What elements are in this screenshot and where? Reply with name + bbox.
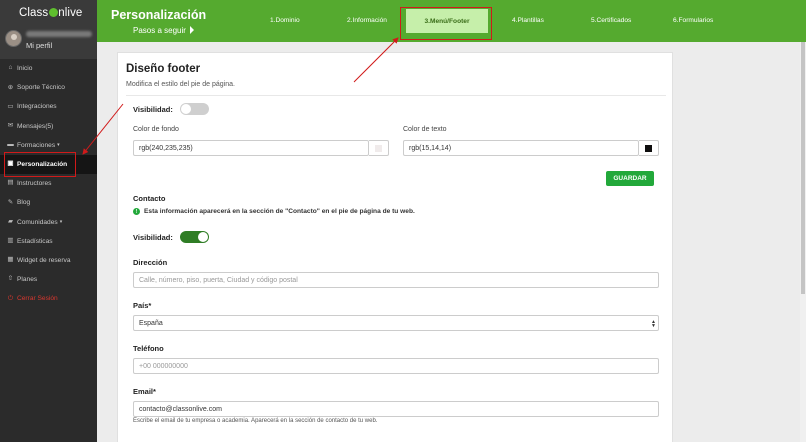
integrations-icon: ▭ bbox=[7, 102, 14, 110]
profile-link[interactable]: Mi perfil bbox=[26, 41, 52, 50]
save-button[interactable]: GUARDAR bbox=[606, 171, 654, 186]
sidebar-item-estadísticas[interactable]: ▥ Estadísticas bbox=[0, 232, 97, 251]
sidebar-item-label: Formaciones bbox=[17, 141, 56, 149]
address-label: Dirección bbox=[133, 258, 168, 267]
scrollbar-thumb[interactable] bbox=[801, 42, 805, 294]
bg-color-input[interactable]: rgb(240,235,235) bbox=[133, 140, 369, 156]
phone-input[interactable]: +00 000000000 bbox=[133, 358, 659, 374]
sidebar-item-label: Estadísticas bbox=[17, 237, 53, 245]
sidebar-item-integraciones[interactable]: ▭ Integraciones bbox=[0, 97, 97, 116]
step-formularios[interactable]: 6.Formularios bbox=[673, 17, 713, 24]
contact-heading: Contacto bbox=[133, 194, 166, 203]
envelope-icon: ✉ bbox=[7, 121, 14, 129]
card-subtitle: Modifica el estilo del pie de página. bbox=[126, 81, 235, 88]
email-input[interactable]: contacto@classonlive.com bbox=[133, 401, 659, 417]
sidebar-item-label: Instructores bbox=[17, 180, 52, 188]
bg-color-label: Color de fondo bbox=[133, 126, 179, 133]
sidebar-item-label: Integraciones bbox=[17, 103, 57, 111]
bg-color-square bbox=[375, 144, 382, 152]
toggle-knob bbox=[181, 104, 191, 114]
country-select[interactable]: España bbox=[133, 315, 659, 331]
avatar[interactable] bbox=[5, 30, 22, 47]
upload-icon: ⇧ bbox=[7, 275, 14, 283]
sidebar-item-label: Blog bbox=[17, 199, 31, 207]
chart-icon: ▥ bbox=[7, 237, 14, 245]
bg-color-swatch[interactable] bbox=[369, 140, 389, 156]
caret-down-icon: ▾ bbox=[59, 219, 63, 226]
sidebar-item-inicio[interactable]: ⌂ Inicio bbox=[0, 59, 97, 78]
info-icon: ! bbox=[133, 208, 140, 215]
sidebar-item-label: Cerrar Sesión bbox=[17, 295, 58, 303]
support-icon: ⊕ bbox=[7, 83, 14, 91]
country-label: País* bbox=[133, 301, 152, 310]
power-icon: ⏻ bbox=[7, 294, 14, 302]
step-plantillas[interactable]: 4.Plantillas bbox=[512, 17, 544, 24]
sidebar-item-widget-de-reserva[interactable]: ▦ Widget de reserva bbox=[0, 251, 97, 270]
sidebar-item-instructores[interactable]: ▤ Instructores bbox=[0, 174, 97, 193]
sidebar-item-label: Planes bbox=[17, 276, 38, 284]
sidebar-item-label: Inicio bbox=[17, 65, 33, 73]
card-title: Diseño footer bbox=[126, 63, 201, 75]
contact-visibility-label: Visibilidad: bbox=[133, 233, 173, 242]
classonlive-logo[interactable]: Class nlive bbox=[19, 7, 82, 19]
visibility-label: Visibilidad: bbox=[133, 105, 173, 114]
sidebar-item-mensajes-5[interactable]: ✉ Mensajes(5) bbox=[0, 117, 97, 136]
page-scrollbar[interactable] bbox=[800, 42, 806, 442]
sidebar-item-planes[interactable]: ⇧ Planes bbox=[0, 270, 97, 289]
calendar-icon: ▦ bbox=[7, 256, 14, 264]
caret-right-icon bbox=[189, 26, 194, 34]
steps-guide-link[interactable]: Pasos a seguir bbox=[133, 26, 194, 35]
sidebar-item-blog[interactable]: ✎ Blog bbox=[0, 193, 97, 212]
sidebar-nav: ⌂ Inicio ⊕ Soporte Técnico ▭ Integraciones ✉ Me… bbox=[0, 59, 97, 308]
contact-info-note: ! Esta información aparecerá en la secció… bbox=[133, 208, 415, 215]
email-label: Email* bbox=[133, 387, 156, 396]
sidebar: Class nlive Mi perfil ⌂ Inicio ⊕ Soporte Téc… bbox=[0, 0, 97, 442]
comments-icon: ▰ bbox=[8, 217, 13, 225]
phone-label: Teléfono bbox=[133, 344, 164, 353]
step-certificados[interactable]: 5.Certificados bbox=[591, 17, 631, 24]
divider bbox=[126, 95, 666, 96]
instructors-icon: ▤ bbox=[7, 179, 14, 187]
sidebar-item-label: Comunidades bbox=[17, 218, 58, 226]
sidebar-item-label: Soporte Técnico bbox=[17, 84, 65, 92]
email-help-text: Escribe el email de tu empresa o academi… bbox=[133, 418, 378, 424]
text-color-swatch[interactable] bbox=[639, 140, 659, 156]
sidebar-item-label: Mensajes(5) bbox=[17, 122, 54, 130]
step-dominio[interactable]: 1.Dominio bbox=[270, 17, 300, 24]
step-informacion[interactable]: 2.Información bbox=[347, 17, 387, 24]
text-color-square bbox=[645, 144, 652, 152]
contact-visibility-toggle[interactable] bbox=[180, 231, 209, 243]
caret-down-icon: ▾ bbox=[57, 142, 60, 149]
select-arrows-icon: ▲ ▼ bbox=[651, 319, 656, 329]
page-title: Personalización bbox=[111, 8, 207, 22]
sidebar-item-comunidades[interactable]: ▰ Comunidades ▾ bbox=[0, 213, 97, 232]
toggle-knob bbox=[198, 232, 208, 242]
text-color-input[interactable]: rgb(15,14,14) bbox=[403, 140, 639, 156]
sidebar-profile-area: Class nlive Mi perfil bbox=[0, 0, 97, 59]
footer-visibility-toggle[interactable] bbox=[180, 103, 209, 115]
sidebar-item-cerrar-sesión[interactable]: ⏻ Cerrar Sesión bbox=[0, 289, 97, 308]
annotation-highlight-sidebar bbox=[4, 152, 76, 177]
folder-icon: ▬ bbox=[7, 141, 14, 149]
footer-design-card: Diseño footer Modifica el estilo del pie… bbox=[117, 52, 673, 442]
logo-dot-icon bbox=[48, 8, 58, 17]
annotation-highlight-step bbox=[400, 7, 492, 40]
sidebar-item-soporte-técnico[interactable]: ⊕ Soporte Técnico bbox=[0, 78, 97, 97]
pencil-icon: ✎ bbox=[7, 198, 14, 206]
address-input[interactable]: Calle, número, piso, puerta, Ciudad y có… bbox=[133, 272, 659, 288]
blurred-user-name bbox=[26, 31, 92, 37]
text-color-label: Color de texto bbox=[403, 126, 447, 133]
home-icon: ⌂ bbox=[8, 64, 13, 72]
sidebar-item-label: Widget de reserva bbox=[17, 256, 71, 264]
